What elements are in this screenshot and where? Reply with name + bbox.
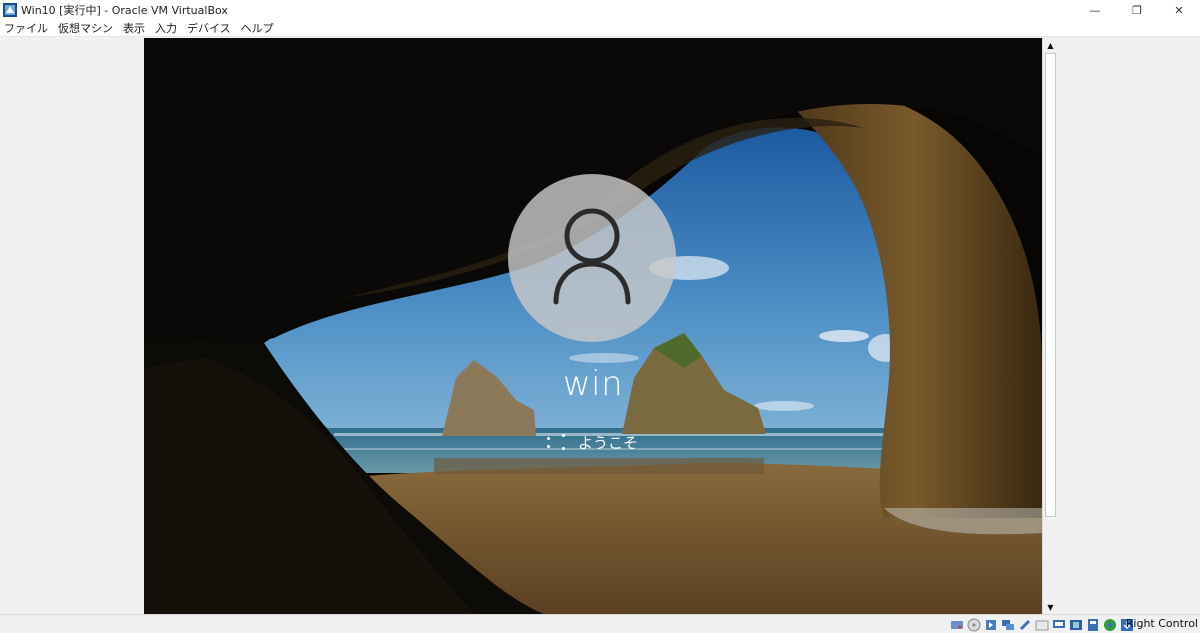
mouse-integration-icon[interactable]	[1103, 618, 1117, 632]
scroll-up-icon[interactable]: ▲	[1043, 38, 1058, 52]
minimize-button[interactable]: —	[1074, 0, 1116, 20]
welcome-text: ようこそ	[578, 433, 639, 452]
window-title: Win10 [実行中] - Oracle VM VirtualBox	[21, 4, 228, 17]
loading-spinner-icon	[542, 432, 568, 452]
close-button[interactable]: ✕	[1158, 0, 1200, 20]
menu-devices[interactable]: デバイス	[183, 20, 235, 36]
cpu-icon[interactable]	[1086, 618, 1100, 632]
username-label: win	[562, 364, 624, 404]
welcome-status: ようこそ	[542, 430, 702, 454]
user-icon	[553, 208, 631, 305]
usb-icon[interactable]	[1018, 618, 1032, 632]
shared-folders-icon[interactable]	[1035, 618, 1049, 632]
scroll-thumb[interactable]	[1045, 53, 1056, 517]
menu-input[interactable]: 入力	[151, 20, 181, 36]
vertical-scrollbar[interactable]: ▲ ▼	[1042, 38, 1057, 614]
virtualbox-icon	[3, 3, 17, 17]
host-key-label: Right Control	[1125, 617, 1198, 630]
user-avatar[interactable]	[508, 174, 676, 342]
device-status-icons	[947, 617, 1134, 632]
vm-screen[interactable]: win ようこそ	[144, 38, 1042, 614]
video-capture-icon[interactable]	[1069, 618, 1083, 632]
menu-bar: ファイル 仮想マシン 表示 入力 デバイス ヘルプ	[0, 20, 1200, 37]
network-icon[interactable]	[1001, 618, 1015, 632]
menu-help[interactable]: ヘルプ	[237, 20, 278, 36]
restore-button[interactable]: ❐	[1116, 0, 1158, 20]
audio-icon[interactable]	[984, 618, 998, 632]
status-bar: Right Control	[0, 614, 1200, 633]
optical-drive-icon[interactable]	[967, 618, 981, 632]
hard-disk-icon[interactable]	[950, 618, 964, 632]
vm-display-area: win ようこそ ▲ ▼	[0, 38, 1200, 614]
menu-view[interactable]: 表示	[119, 20, 149, 36]
menu-file[interactable]: ファイル	[0, 20, 52, 36]
title-bar: Win10 [実行中] - Oracle VM VirtualBox — ❐ ✕	[0, 0, 1200, 20]
display-icon[interactable]	[1052, 618, 1066, 632]
scroll-down-icon[interactable]: ▼	[1043, 600, 1058, 614]
menu-machine[interactable]: 仮想マシン	[54, 20, 117, 36]
window-controls: — ❐ ✕	[1074, 0, 1200, 20]
